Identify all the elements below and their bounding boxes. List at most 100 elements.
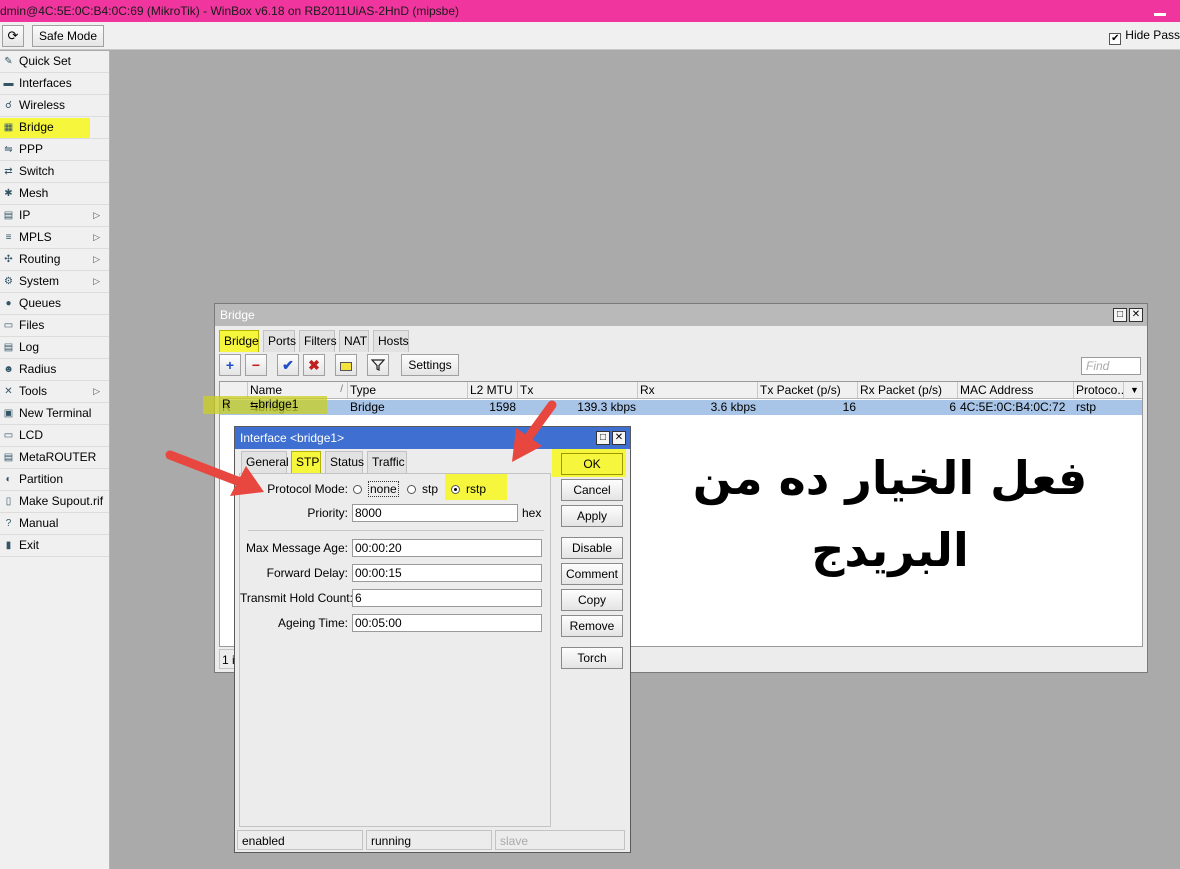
radio-stp[interactable]: stp [407, 480, 438, 498]
sidebar-item-ip[interactable]: ▤ IP ▷ [0, 205, 109, 227]
sidebar-item-radius[interactable]: ☻ Radius [0, 359, 109, 381]
disable-button[interactable]: ✖ [303, 354, 325, 376]
forward-delay-input[interactable]: 00:00:15 [352, 564, 542, 582]
sidebar-item-partition[interactable]: ◐ Partition [0, 469, 109, 491]
sidebar-item-metarouter[interactable]: ▤ MetaROUTER [0, 447, 109, 469]
comment-button[interactable] [335, 354, 357, 376]
sidebar-item-queues[interactable]: ● Queues [0, 293, 109, 315]
bridge-icon: ▦ [3, 122, 14, 133]
tab-nat[interactable]: NAT [339, 330, 369, 352]
tab-bridge[interactable]: Bridge [219, 330, 259, 352]
sidebar-item-label: MetaROUTER [19, 450, 97, 464]
col-mac[interactable]: MAC Address [958, 382, 1074, 398]
col-l2mtu[interactable]: L2 MTU [468, 382, 518, 398]
enable-button[interactable]: ✔ [277, 354, 299, 376]
tab-ports[interactable]: Ports [263, 330, 296, 352]
tab-general[interactable]: General [241, 451, 289, 473]
col-rx[interactable]: Rx [638, 382, 758, 398]
transmit-hold-count-input[interactable]: 6 [352, 589, 542, 607]
priority-input[interactable]: 8000 [352, 504, 518, 522]
col-protocol[interactable]: Protoco... [1074, 382, 1124, 398]
supout-icon: ▯ [5, 496, 12, 507]
ageing-time-input[interactable]: 00:05:00 [352, 614, 542, 632]
terminal-icon: ▣ [3, 408, 14, 419]
sidebar-item-quick-set[interactable]: ✎ Quick Set [0, 51, 109, 73]
sidebar-item-tools[interactable]: ✕ Tools ▷ [0, 381, 109, 403]
disable-button[interactable]: Disable [561, 537, 623, 559]
routing-icon: ✣ [4, 254, 13, 265]
sidebar-item-exit[interactable]: ▮ Exit [0, 535, 109, 557]
maximize-icon[interactable]: □ [1113, 308, 1127, 322]
tab-stp[interactable]: STP [291, 451, 321, 473]
sidebar-item-label: Quick Set [19, 54, 72, 68]
hide-pass-checkbox[interactable]: ✔ [1109, 33, 1122, 45]
sidebar-item-interfaces[interactable]: ▬ Interfaces [0, 73, 109, 95]
interface-dialog-title-bar[interactable]: Interface <bridge1> □ ✕ [235, 427, 630, 449]
radio-none[interactable]: none [353, 480, 399, 498]
ageing-time-label: Ageing Time: [277, 616, 348, 630]
safe-mode-button[interactable]: Safe Mode [32, 25, 104, 47]
table-row[interactable]: R ⇆bridge1 Bridge 1598 139.3 kbps 3.6 kb… [220, 400, 1142, 415]
chevron-right-icon: ▷ [93, 210, 100, 220]
log-icon: ▤ [3, 342, 14, 353]
torch-button[interactable]: Torch [561, 647, 623, 669]
sidebar-item-bridge[interactable]: ▦ Bridge [0, 117, 109, 139]
column-menu-icon[interactable]: ▼ [1124, 382, 1142, 398]
minimize-icon[interactable] [1146, 4, 1174, 18]
sidebar-item-make-supout-rif[interactable]: ▯ Make Supout.rif [0, 491, 109, 513]
sidebar-item-wireless[interactable]: ☌ Wireless [0, 95, 109, 117]
annotation-line-2: البريدج [811, 523, 969, 577]
sidebar-item-ppp[interactable]: ⇋ PPP [0, 139, 109, 161]
sidebar-item-lcd[interactable]: ▭ LCD [0, 425, 109, 447]
sidebar-item-mpls[interactable]: ≡ MPLS ▷ [0, 227, 109, 249]
ok-button[interactable]: OK [561, 453, 623, 475]
col-tx-packet[interactable]: Tx Packet (p/s) [758, 382, 858, 398]
sidebar-item-system[interactable]: ⚙ System ▷ [0, 271, 109, 293]
filter-icon [370, 359, 386, 371]
stp-panel: Protocol Mode: none stp rstp Priority: 8… [239, 473, 551, 827]
tab-status[interactable]: Status [325, 451, 364, 473]
row-tx-packet: 16 [842, 400, 856, 414]
chevron-right-icon: ▷ [93, 254, 100, 264]
tab-hosts[interactable]: Hosts [373, 330, 409, 352]
max-message-age-input[interactable]: 00:00:20 [352, 539, 542, 557]
sidebar-item-label: Make Supout.rif [19, 494, 104, 508]
close-icon[interactable]: ✕ [1129, 308, 1143, 322]
sidebar-item-routing[interactable]: ✣ Routing ▷ [0, 249, 109, 271]
close-icon[interactable]: ✕ [612, 431, 626, 445]
apply-button[interactable]: Apply [561, 505, 623, 527]
sidebar-item-manual[interactable]: ? Manual [0, 513, 109, 535]
sidebar-item-label: Queues [19, 296, 62, 310]
find-input[interactable]: Find [1081, 357, 1141, 375]
queues-icon: ● [5, 298, 12, 309]
hide-pass-toggle[interactable]: ✔ Hide Pass [1109, 28, 1180, 45]
copy-button[interactable]: Copy [561, 589, 623, 611]
sidebar-item-mesh[interactable]: ✱ Mesh [0, 183, 109, 205]
table-header: Name / Type L2 MTU Tx Rx Tx Packet (p/s) … [220, 382, 1142, 399]
maximize-icon[interactable]: □ [596, 431, 610, 445]
status-running: running [366, 830, 492, 850]
quick-set-icon: ✎ [4, 56, 13, 67]
tab-filters[interactable]: Filters [299, 330, 337, 352]
sidebar-item-new-terminal[interactable]: ▣ New Terminal [0, 403, 109, 425]
cancel-button[interactable]: Cancel [561, 479, 623, 501]
sidebar-item-files[interactable]: ▭ Files [0, 315, 109, 337]
add-button[interactable]: + [219, 354, 241, 376]
sidebar-item-log[interactable]: ▤ Log [0, 337, 109, 359]
comment-button[interactable]: Comment [561, 563, 623, 585]
settings-button[interactable]: Settings [401, 354, 459, 376]
remove-button[interactable]: − [245, 354, 267, 376]
sidebar-item-switch[interactable]: ⇄ Switch [0, 161, 109, 183]
remove-button[interactable]: Remove [561, 615, 623, 637]
sidebar-item-label: Log [19, 340, 40, 354]
comment-icon [340, 362, 352, 371]
refresh-button[interactable]: ⟳ [2, 25, 24, 47]
col-rx-packet[interactable]: Rx Packet (p/s) [858, 382, 958, 398]
col-tx[interactable]: Tx [518, 382, 638, 398]
bridge-window-title-bar[interactable]: Bridge □ ✕ [215, 304, 1147, 326]
filter-button[interactable] [367, 354, 389, 376]
radio-rstp[interactable]: rstp [451, 480, 486, 498]
gear-icon: ⚙ [4, 276, 13, 287]
tab-traffic[interactable]: Traffic [367, 451, 407, 473]
col-type[interactable]: Type [348, 382, 468, 398]
